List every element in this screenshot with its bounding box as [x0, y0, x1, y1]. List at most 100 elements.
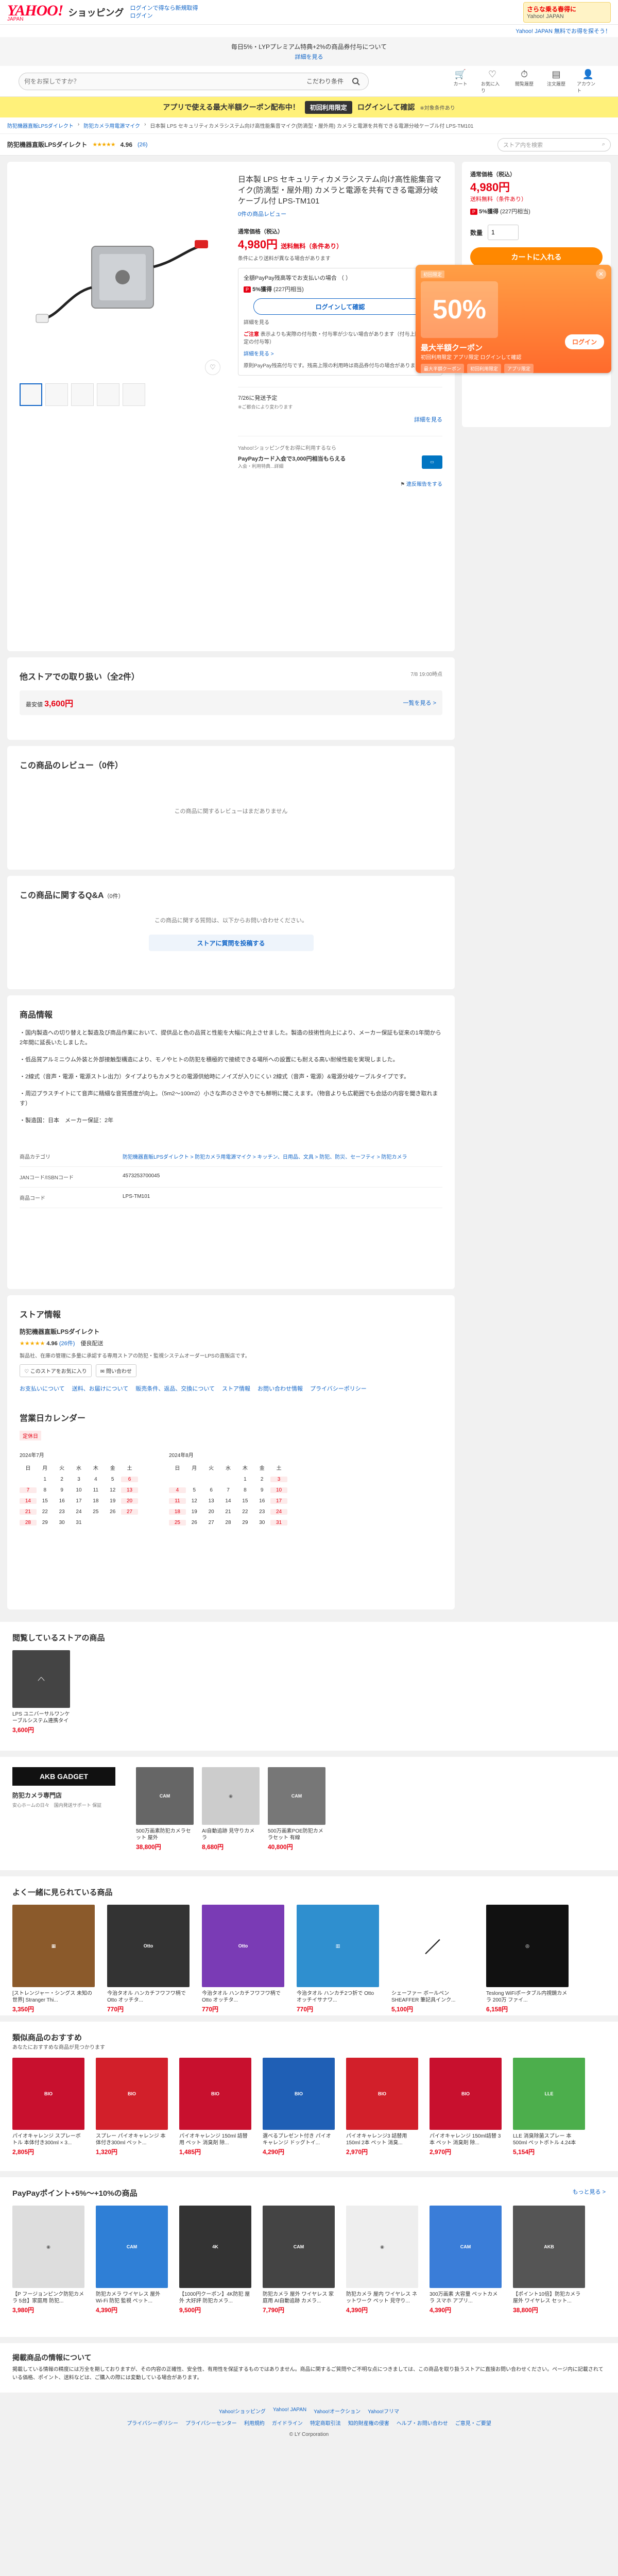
store-link[interactable]: 販売条件、返品、交換について [135, 1384, 215, 1393]
product-card-image: BIO [96, 2058, 168, 2130]
contact-store-button[interactable]: ✉ 問い合わせ [95, 1364, 136, 1377]
footer-link[interactable]: プライバシーポリシー [127, 2419, 178, 2427]
paypay-icon: P [470, 209, 478, 215]
store-link[interactable]: ストア情報 [222, 1384, 250, 1393]
product-card[interactable]: CAM 300万画素 大容量 ペットカメラ スマホ アプリ... 4,390円 [430, 2206, 502, 2314]
store-info-count[interactable]: (26件) [59, 1341, 75, 1347]
footer-link[interactable]: ガイドライン [272, 2419, 303, 2427]
other-stores-row[interactable]: 最安値 3,600円 一覧を見る > [20, 690, 442, 715]
store-link[interactable]: お支払いについて [20, 1384, 65, 1393]
footer-link[interactable]: ヘルプ・お問い合わせ [397, 2419, 448, 2427]
search-icon[interactable] [349, 74, 363, 89]
product-card[interactable]: LLE LLE 消臭除菌スプレー 本 500ml ペットボトル 4.24本 (LE… [513, 2058, 585, 2156]
header-icon-orders[interactable]: ▤ 注文履歴 [545, 69, 568, 94]
store-link[interactable]: お問い合わせ情報 [258, 1384, 303, 1393]
spec-value[interactable]: 防犯機器直販LPSダイレクト > 防犯カメラ用電源マイク > キッチン、日用品、… [123, 1153, 442, 1160]
product-card[interactable]: BIO パイオキャレンジ 150ml 詰替用 ペット 消臭剤 除... 1,485円 [179, 2058, 251, 2156]
product-card[interactable]: ▦ [ストレンジャー・シングス 未知の世界] Stranger Thi... 3,3… [12, 1905, 95, 2013]
footer-link[interactable]: Yahoo! JAPAN [273, 2407, 306, 2415]
signup-link[interactable]: ログインで得なら新規取得 [130, 5, 198, 11]
review-count-link[interactable]: 0件の商品レビュー [238, 210, 442, 218]
store-rating-count[interactable]: (26) [138, 142, 148, 148]
other-stores-list-link[interactable]: 一覧を見る > [403, 699, 436, 707]
coupon-login-button[interactable]: ログイン [564, 334, 604, 349]
product-card[interactable]: ▥ 今治タオル ハンカチ2つ折で Otto オッチイサナワ... 770円 [297, 1905, 379, 2013]
ad-store-info[interactable]: AKB GADGET 防犯カメラ専門店 安心ホームの日々 国内発送サポート 保証 [12, 1767, 115, 1860]
product-card[interactable]: ⟋⟍ LPS ユニバーサルワンケーブルシステム連携タイプ... 3,600円 [12, 1650, 70, 1734]
product-card[interactable]: BIO パイオキャレンジ スプレーボトル 本体付き300ml × 3... 2,80… [12, 2058, 84, 2156]
quantity-input[interactable] [488, 225, 519, 240]
report-anchor[interactable]: 違反報告をする [406, 482, 442, 487]
product-card[interactable]: BIO 選べるプレゼント付き パイオキャレンジ ドッグトイ... 4,290円 [263, 2058, 335, 2156]
favorite-heart-icon[interactable]: ♡ [205, 360, 220, 375]
store-search-input[interactable]: ストア内を検索 ⌕ [497, 138, 611, 151]
product-card[interactable]: BIO パイオキャレンジ 150ml詰替 3本 ペット 消臭剤 除... 2,970… [430, 2058, 502, 2156]
product-card[interactable]: BIO パイオキャレンジ3 詰替用 150ml 2本 ペット 消臭... 2,970… [346, 2058, 418, 2156]
product-card[interactable]: 4K 【1000円クーポン】4K防犯 屋外 大好評 防犯カメラ... 9,500円 [179, 2206, 251, 2314]
store-link[interactable]: プライバシーポリシー [310, 1384, 367, 1393]
footer-link[interactable]: Yahoo!ショッピング [219, 2407, 266, 2415]
yahoo-logo[interactable]: YAHOO! JAPAN [7, 2, 63, 22]
paypay-card-promo[interactable]: Yahoo!ショッピングをお得に利用するなら PayPayカード入会で3,000… [238, 436, 442, 469]
product-card[interactable]: CAM 500万画素POE防犯カメラセット 有線 40,800円 [268, 1767, 325, 1860]
detail-link[interactable]: 詳細を見る [244, 319, 437, 327]
header-icon-cart[interactable]: 🛒 カート [449, 69, 472, 94]
footer-link[interactable]: Yahoo!フリマ [368, 2407, 399, 2415]
login-link[interactable]: ログイン [130, 13, 152, 19]
service-name[interactable]: ショッピング [68, 6, 124, 19]
notice-link[interactable]: 詳細を見る [0, 53, 618, 61]
store-link[interactable]: 送料、お届けについて [72, 1384, 129, 1393]
calendar-day: 28 [225, 1520, 231, 1526]
ad-store-logo: AKB GADGET [12, 1767, 115, 1786]
header-icon-favorite[interactable]: ♡ お気に入り [481, 69, 504, 94]
store-info-name[interactable]: 防犯機器直販LPSダイレクト [20, 1327, 442, 1336]
header-icon-account[interactable]: 👤 アカウント [577, 69, 599, 94]
thumbnail[interactable] [20, 383, 42, 406]
product-main-image[interactable]: ♡ [20, 174, 226, 380]
product-card[interactable]: BIO スプレー パイオキャレンジ 本体付き300ml ペット... 1,320円 [96, 2058, 168, 2156]
app-coupon-banner[interactable]: アプリで使える最大半額クーポン配布中！ 初回利用限定 ログインして確認 ※対象条… [0, 97, 618, 117]
product-card[interactable]: Otto 今治タオル ハンカチフワフワ柄で Otto オッチタ... 770円 [202, 1905, 284, 2013]
thumbnail[interactable] [123, 383, 145, 406]
paypay-more-link[interactable]: もっと見る > [573, 2188, 606, 2198]
header-icon-history[interactable]: ⏱ 閲覧履歴 [513, 69, 536, 94]
product-card[interactable]: ／ シェーファー ボールペン SHEAFFER 筆記具インク... 5,100円 [391, 1905, 474, 2013]
product-card[interactable]: ◎ Teslong WiFiポータブル内視鏡カメラ 200万 ファイ... 6,15… [486, 1905, 569, 2013]
coupon-popup[interactable]: 初回限定 ✕ 50% 最大半額クーポン 初回利用限定 アプリ限定 ログインして確… [416, 265, 611, 374]
thumbnail[interactable] [71, 383, 94, 406]
add-to-cart-button[interactable]: カートに入れる [470, 247, 603, 267]
qa-card: この商品に関するQ&A（0件） この商品に関する質問は、以下からお問い合わせくだ… [7, 876, 455, 989]
header-promo-banner[interactable]: さらな乗る春得に Yahoo! JAPAN [523, 2, 611, 23]
thumbnail[interactable] [97, 383, 119, 406]
product-card[interactable]: AKB 【ポイント10倍】防犯カメラ 屋外 ワイヤレス セット... 38,800円 [513, 2206, 585, 2314]
product-card[interactable]: CAM 防犯カメラ 屋外 ワイヤレス 家庭用 AI自動追跡 カメラ... 7,790… [263, 2206, 335, 2314]
footer-link[interactable]: ご意見・ご要望 [455, 2419, 491, 2427]
close-icon[interactable]: ✕ [596, 269, 606, 279]
search-input[interactable] [24, 77, 306, 85]
product-card[interactable]: ◉ 【P フージョンピンク防犯カメラ 5台】家庭用 防犯... 3,980円 [12, 2206, 84, 2314]
product-card[interactable]: ◉ AI自動追跡 見守りカメラ 8,680円 [202, 1767, 260, 1860]
product-card[interactable]: CAM 防犯カメラ ワイヤレス 屋外 Wi-Fi 防犯 監視 ペット... 4,39… [96, 2206, 168, 2314]
yj-link[interactable]: Yahoo! JAPAN 無料でお得を探そう！ [516, 27, 611, 35]
login-confirm-button[interactable]: ログインして確認 [253, 298, 427, 315]
product-card[interactable]: ◉ 防犯カメラ 屋内 ワイヤレス ネットワーク ペット 見守り... 4,390円 [346, 2206, 418, 2314]
viewed-items: ▦ [ストレンジャー・シングス 未知の世界] Stranger Thi... 3,3… [12, 1905, 606, 2013]
product-card[interactable]: CAM 500万画素防犯カメラセット 屋外 38,800円 [136, 1767, 194, 1860]
footer-link[interactable]: プライバシーセンター [185, 2419, 237, 2427]
footer-link[interactable]: 利用規約 [244, 2419, 265, 2427]
breadcrumb-item[interactable]: 防犯カメラ用電源マイク [83, 122, 140, 129]
footer-link[interactable]: 知的財産権の侵害 [348, 2419, 389, 2427]
product-card[interactable]: Otto 今治タオル ハンカチフワフワ柄で Otto オッチタ... 770円 [107, 1905, 190, 2013]
breadcrumb-item[interactable]: 防犯機器直販LPSダイレクト [7, 122, 74, 129]
calendar-day [169, 1477, 186, 1482]
footer-link[interactable]: 特定商取引法 [310, 2419, 341, 2427]
detail-link-2[interactable]: 詳細を見る > [244, 350, 437, 358]
footer-link[interactable]: Yahoo!オークション [314, 2407, 360, 2415]
condition-button[interactable]: こだわり条件 [306, 77, 344, 86]
store-name[interactable]: 防犯機器直販LPSダイレクト [7, 140, 87, 149]
ask-question-button[interactable]: ストアに質問を投稿する [148, 935, 314, 951]
thumbnail[interactable] [45, 383, 68, 406]
calendar-day: 21 [225, 1509, 231, 1515]
shipping-more-anchor[interactable]: 詳細を見る [414, 417, 442, 423]
follow-store-button[interactable]: ♡ このストアをお気に入り [20, 1364, 92, 1377]
